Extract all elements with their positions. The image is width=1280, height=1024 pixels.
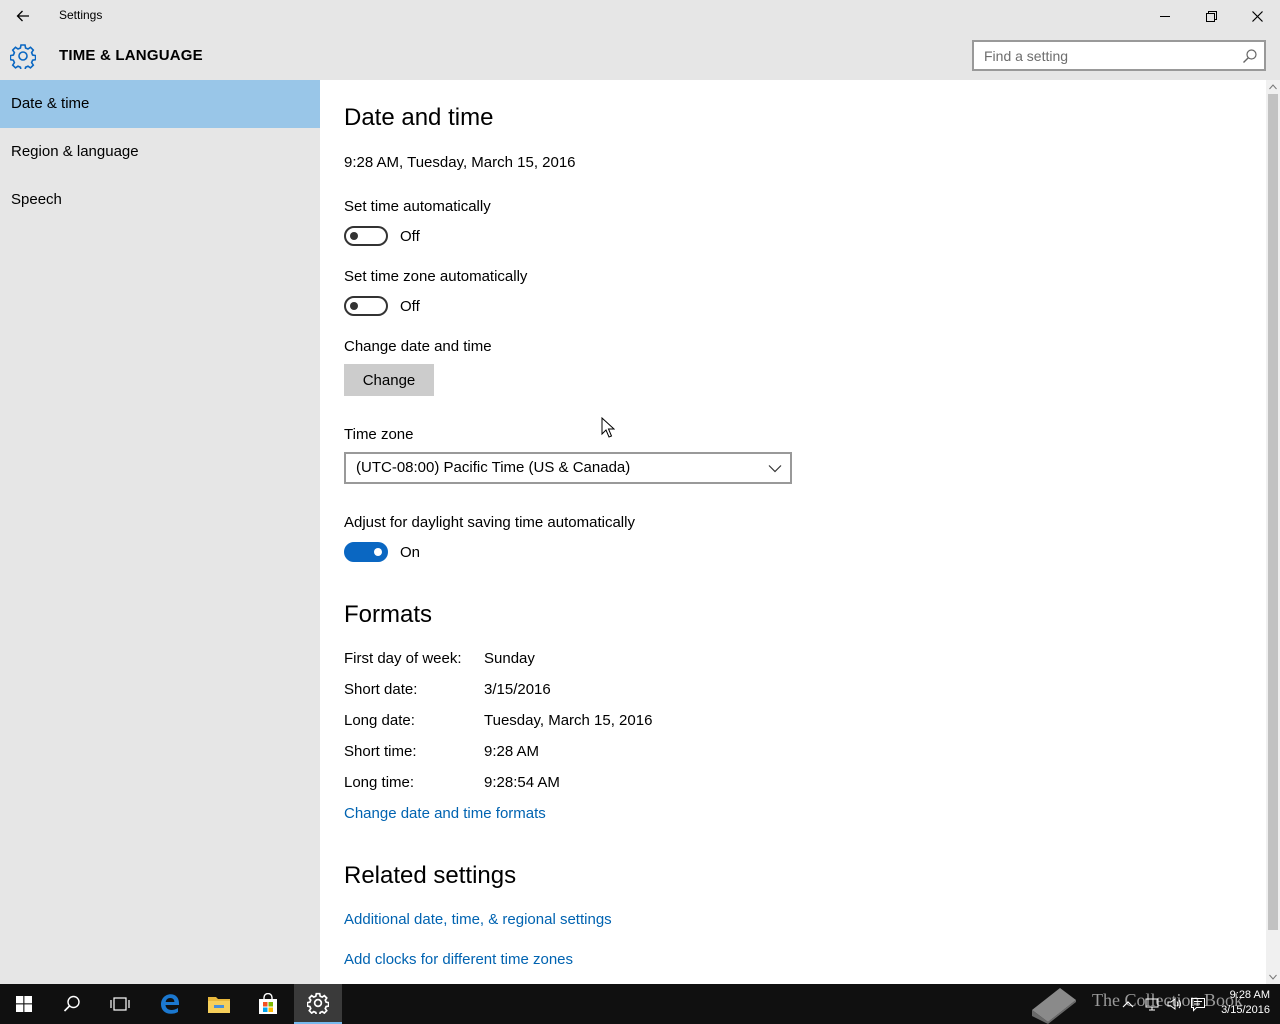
- search-box[interactable]: [972, 40, 1266, 71]
- set-tz-auto-state: Off: [400, 298, 420, 315]
- settings-header: TIME & LANGUAGE: [0, 32, 1280, 80]
- toggle-knob: [350, 302, 358, 310]
- toggle-knob: [350, 232, 358, 240]
- close-icon: [1251, 10, 1263, 22]
- book-logo-icon: [1032, 988, 1076, 1024]
- store-button[interactable]: [244, 984, 292, 1024]
- sidebar: Date & time Region & language Speech: [0, 80, 320, 984]
- windows-logo-icon: [16, 996, 32, 1012]
- settings-taskbar-button[interactable]: [294, 984, 342, 1024]
- sidebar-item-date-time[interactable]: Date & time: [0, 80, 320, 128]
- additional-settings-link[interactable]: Additional date, time, & regional settin…: [344, 911, 612, 928]
- close-button[interactable]: [1234, 0, 1280, 32]
- time-zone-value: (UTC-08:00) Pacific Time (US & Canada): [356, 459, 631, 476]
- minimize-button[interactable]: [1142, 0, 1188, 32]
- edge-browser-button[interactable]: [146, 984, 194, 1024]
- dst-toggle[interactable]: [344, 542, 388, 562]
- search-input[interactable]: [974, 42, 1254, 69]
- file-explorer-button[interactable]: [195, 984, 243, 1024]
- task-view-icon: [110, 997, 130, 1011]
- set-time-auto-label: Set time automatically: [344, 198, 491, 215]
- time-zone-dropdown[interactable]: (UTC-08:00) Pacific Time (US & Canada): [344, 452, 792, 484]
- sidebar-item-region-language[interactable]: Region & language: [0, 128, 320, 176]
- format-label: Long time:: [344, 774, 415, 791]
- action-center-button[interactable]: [1190, 996, 1206, 1012]
- change-formats-link[interactable]: Change date and time formats: [344, 805, 546, 822]
- format-label: Long date:: [344, 712, 415, 729]
- sidebar-item-speech[interactable]: Speech: [0, 176, 320, 224]
- taskbar: The Collection Book 9:28 AM 3/15/2016: [0, 984, 1280, 1024]
- current-datetime: 9:28 AM, Tuesday, March 15, 2016: [344, 154, 576, 171]
- page-title: Date and time: [344, 104, 494, 131]
- set-time-auto-state: Off: [400, 228, 420, 245]
- search-icon: [63, 995, 80, 1012]
- task-view-button[interactable]: [96, 984, 144, 1024]
- change-datetime-label: Change date and time: [344, 338, 492, 355]
- formats-heading: Formats: [344, 601, 433, 628]
- notifications-icon: [1191, 998, 1205, 1012]
- format-value: 3/15/2016: [484, 681, 551, 698]
- network-tray-button[interactable]: [1144, 996, 1160, 1012]
- speaker-icon: [1167, 998, 1181, 1010]
- chevron-up-icon: [1122, 1001, 1134, 1008]
- scroll-thumb[interactable]: [1268, 94, 1278, 930]
- set-tz-auto-toggle[interactable]: [344, 296, 388, 316]
- back-arrow-icon: [16, 10, 29, 22]
- change-button[interactable]: Change: [344, 364, 434, 396]
- taskbar-search-button[interactable]: [48, 984, 96, 1024]
- scroll-up-icon: [1269, 84, 1277, 90]
- restore-button[interactable]: [1188, 0, 1234, 32]
- format-label: Short date:: [344, 681, 418, 698]
- time-zone-label: Time zone: [344, 426, 414, 443]
- format-value: 9:28:54 AM: [484, 774, 560, 791]
- clock-date: 3/15/2016: [1221, 1004, 1270, 1016]
- title-bar: Settings: [0, 0, 1280, 32]
- chevron-down-icon: [768, 465, 782, 473]
- search-icon[interactable]: [1242, 48, 1258, 64]
- store-bag-icon: [259, 993, 277, 1014]
- back-button[interactable]: [0, 0, 46, 32]
- vertical-scrollbar[interactable]: [1266, 80, 1280, 984]
- scroll-down-icon: [1269, 974, 1277, 980]
- edge-browser-icon: [161, 994, 179, 1014]
- network-icon: [1145, 998, 1159, 1011]
- format-value: Sunday: [484, 650, 535, 667]
- dst-label: Adjust for daylight saving time automati…: [344, 514, 635, 531]
- format-value: Tuesday, March 15, 2016: [484, 712, 653, 729]
- scroll-up-button[interactable]: [1266, 80, 1280, 94]
- related-settings-heading: Related settings: [344, 862, 517, 889]
- taskbar-clock[interactable]: 9:28 AM 3/15/2016: [1221, 988, 1270, 1018]
- restore-icon: [1205, 10, 1217, 22]
- toggle-knob: [374, 548, 382, 556]
- gear-icon: [307, 992, 329, 1014]
- set-tz-auto-label: Set time zone automatically: [344, 268, 528, 285]
- show-hidden-icons-button[interactable]: [1120, 996, 1136, 1012]
- format-value: 9:28 AM: [484, 743, 540, 760]
- add-clocks-link[interactable]: Add clocks for different time zones: [344, 951, 573, 968]
- minimize-icon: [1160, 16, 1170, 17]
- main-content: Date and time 9:28 AM, Tuesday, March 15…: [320, 80, 1266, 984]
- start-button[interactable]: [0, 984, 48, 1024]
- scroll-down-button[interactable]: [1266, 970, 1280, 984]
- gear-icon: [10, 44, 36, 69]
- clock-time: 9:28 AM: [1229, 989, 1270, 1001]
- dst-state: On: [400, 544, 421, 561]
- set-time-auto-toggle[interactable]: [344, 226, 388, 246]
- format-label: First day of week:: [344, 650, 462, 667]
- window-title: Settings: [59, 8, 103, 22]
- section-title: TIME & LANGUAGE: [59, 47, 203, 64]
- volume-tray-button[interactable]: [1166, 996, 1182, 1012]
- folder-icon: [208, 997, 230, 1013]
- format-label: Short time:: [344, 743, 417, 760]
